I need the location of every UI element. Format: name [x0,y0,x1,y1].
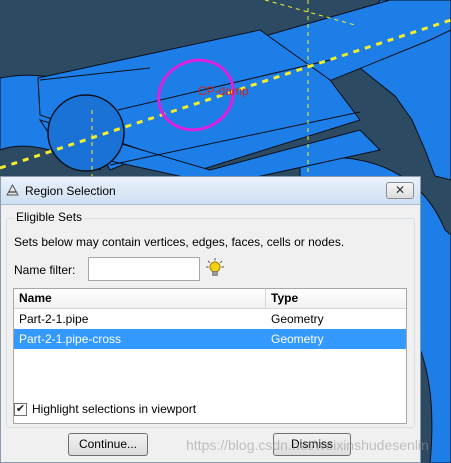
description-text: Sets below may contain vertices, edges, … [14,235,345,249]
name-filter-label: Name filter: [14,263,76,277]
continue-button[interactable]: Continue... [68,433,148,456]
highlight-checkbox[interactable]: ✔ [14,403,27,416]
close-icon: ✕ [394,183,406,197]
dialog-titlebar[interactable]: Region Selection ✕ [1,177,420,205]
row-type: Geometry [271,312,324,326]
row-name: Part-2-1.pipe [19,312,89,326]
table-header: Name Type [14,289,406,309]
column-header-type[interactable]: Type [266,289,406,308]
column-header-name[interactable]: Name [14,289,266,308]
close-button[interactable]: ✕ [386,182,414,199]
dialog-title: Region Selection [25,184,116,198]
highlight-label: Highlight selections in viewport [32,402,197,416]
table-row[interactable]: Part-2-1.pipe Geometry [14,309,406,329]
abaqus-triangle-icon [6,184,19,196]
row-name: Part-2-1.pipe-cross [19,332,122,346]
group-label: Eligible Sets [14,210,85,224]
cp-damp-label: CP-damp [198,84,249,98]
lightbulb-icon[interactable] [206,258,224,278]
region-selection-dialog: Region Selection ✕ Eligible Sets Sets be… [0,176,421,463]
pipe-end [47,94,125,172]
row-type: Geometry [271,332,324,346]
name-filter-input[interactable] [88,257,200,281]
watermark-text: https://blog.csdn.net/weixinshudesenlin [186,437,429,453]
table-row[interactable]: Part-2-1.pipe-cross Geometry [14,329,406,349]
